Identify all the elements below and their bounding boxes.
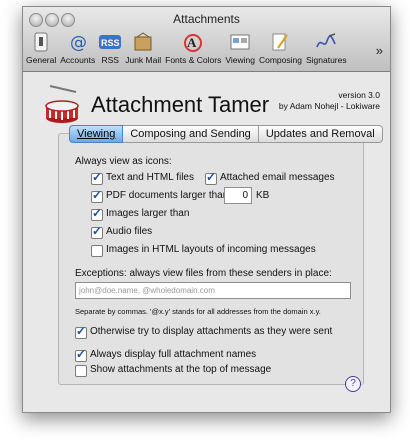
show-top-checkbox[interactable] — [75, 365, 87, 377]
fonts-colors-icon: A — [182, 31, 204, 53]
audio-files-label: Audio files — [106, 226, 153, 237]
toolbar: General @ Accounts RSS RSS Junk Mail A F… — [26, 31, 387, 69]
always-view-label: Always view as icons: — [75, 156, 172, 167]
switch-icon — [30, 31, 52, 53]
text-html-label: Text and HTML files — [106, 172, 194, 183]
audio-files-checkbox[interactable] — [91, 224, 103, 239]
version-label: version 3.0 — [338, 90, 380, 100]
text-html-checkbox[interactable] — [91, 170, 103, 185]
images-html-checkbox[interactable] — [91, 245, 103, 257]
composing-icon — [269, 31, 291, 53]
tab-composing-and-sending[interactable]: Composing and Sending — [123, 125, 259, 143]
tab-bar: Viewing Composing and Sending Updates an… — [69, 125, 383, 143]
version-info: version 3.0 by Adam Nohejl - Lokiware — [279, 90, 380, 112]
help-button[interactable]: ? — [345, 376, 361, 392]
show-top-label: Show attachments at the top of message — [90, 364, 272, 375]
otherwise-display-checkbox[interactable] — [75, 324, 87, 339]
signatures-icon — [315, 31, 337, 53]
exceptions-hint: Separate by commas. '@x.y' stands for al… — [75, 307, 321, 316]
svg-text:RSS: RSS — [101, 38, 120, 48]
attached-email-label: Attached email messages — [220, 172, 335, 183]
toolbar-junk-mail[interactable]: Junk Mail — [125, 31, 161, 69]
at-icon: @ — [67, 31, 89, 53]
pdf-larger-checkbox[interactable] — [91, 188, 103, 203]
rss-icon: RSS — [99, 31, 122, 53]
viewing-icon — [229, 31, 251, 53]
tab-updates-and-removal[interactable]: Updates and Removal — [258, 125, 383, 143]
toolbar-overflow-chevron-icon[interactable]: » — [376, 43, 383, 58]
images-larger-label: Images larger than — [106, 208, 190, 219]
viewing-panel: Always view as icons: Text and HTML file… — [58, 133, 364, 392]
pdf-larger-label: PDF documents larger than — [106, 190, 229, 201]
toolbar-signatures[interactable]: Signatures — [306, 31, 347, 69]
toolbar-rss[interactable]: RSS RSS — [99, 31, 122, 69]
author-label: by Adam Nohejl - Lokiware — [278, 101, 380, 111]
svg-text:A: A — [187, 35, 197, 50]
pdf-unit-label: KB — [256, 190, 270, 201]
full-names-label: Always display full attachment names — [90, 349, 257, 360]
toolbar-viewing[interactable]: Viewing — [225, 31, 255, 69]
svg-text:@: @ — [70, 33, 87, 52]
tab-viewing[interactable]: Viewing — [69, 125, 124, 143]
plugin-banner: Attachment Tamer version 3.0 by Adam Noh… — [23, 82, 390, 130]
images-html-label: Images in HTML layouts of incoming messa… — [106, 244, 316, 255]
toolbar-general[interactable]: General — [26, 31, 56, 69]
pdf-size-input[interactable]: 0 — [224, 187, 252, 204]
toolbar-accounts[interactable]: @ Accounts — [60, 31, 95, 69]
junk-mail-icon — [132, 31, 154, 53]
otherwise-display-label: Otherwise try to display attachments as … — [90, 326, 333, 337]
images-larger-checkbox[interactable] — [91, 206, 103, 221]
window-title: Attachments — [173, 12, 240, 26]
exceptions-label: Exceptions: always view files from these… — [75, 268, 332, 279]
attachment-tamer-logo-icon — [42, 82, 82, 131]
exceptions-input[interactable]: john@doe.name, @wholedomain.com — [75, 282, 351, 299]
toolbar-composing[interactable]: Composing — [259, 31, 302, 69]
full-names-checkbox[interactable] — [75, 347, 87, 362]
app-title: Attachment Tamer — [91, 92, 270, 117]
preferences-window: Attachments General @ Accounts RSS RSS J… — [22, 6, 391, 413]
title-bar: Attachments General @ Accounts RSS RSS J… — [23, 7, 390, 72]
toolbar-fonts-colors[interactable]: A Fonts & Colors — [165, 31, 221, 69]
attached-email-checkbox[interactable] — [205, 170, 217, 185]
